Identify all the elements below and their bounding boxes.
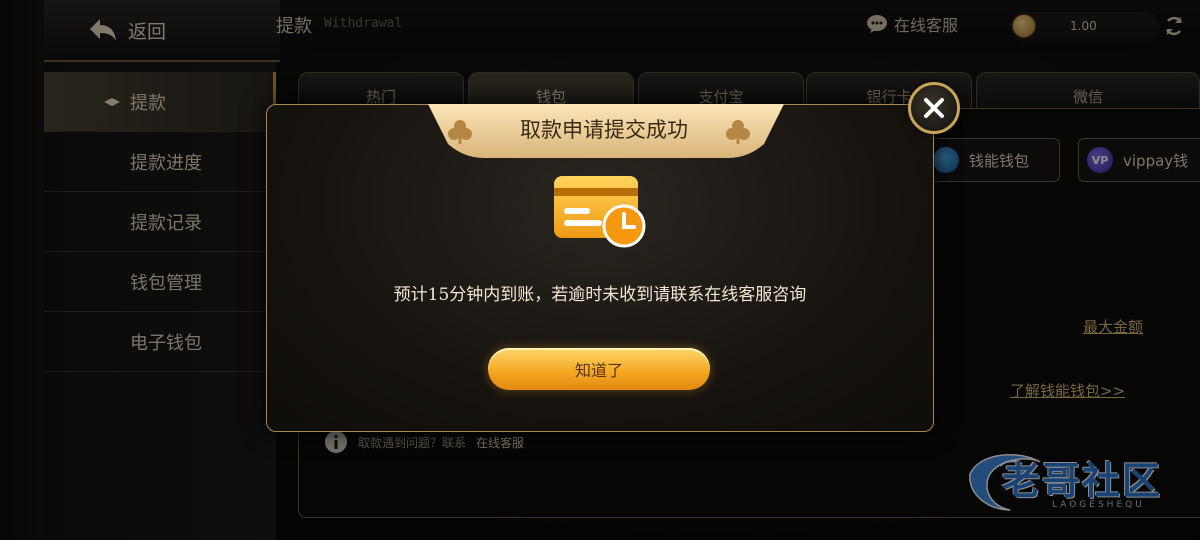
close-icon [924,98,944,118]
modal-title: 取款申请提交成功 [520,118,688,142]
modal-message: 预计15分钟内到账，若逾时未收到请联系在线客服咨询 [393,285,807,305]
got-it-button[interactable]: 知道了 [488,348,710,390]
close-button[interactable] [908,82,960,134]
card-clock-icon [554,176,646,248]
